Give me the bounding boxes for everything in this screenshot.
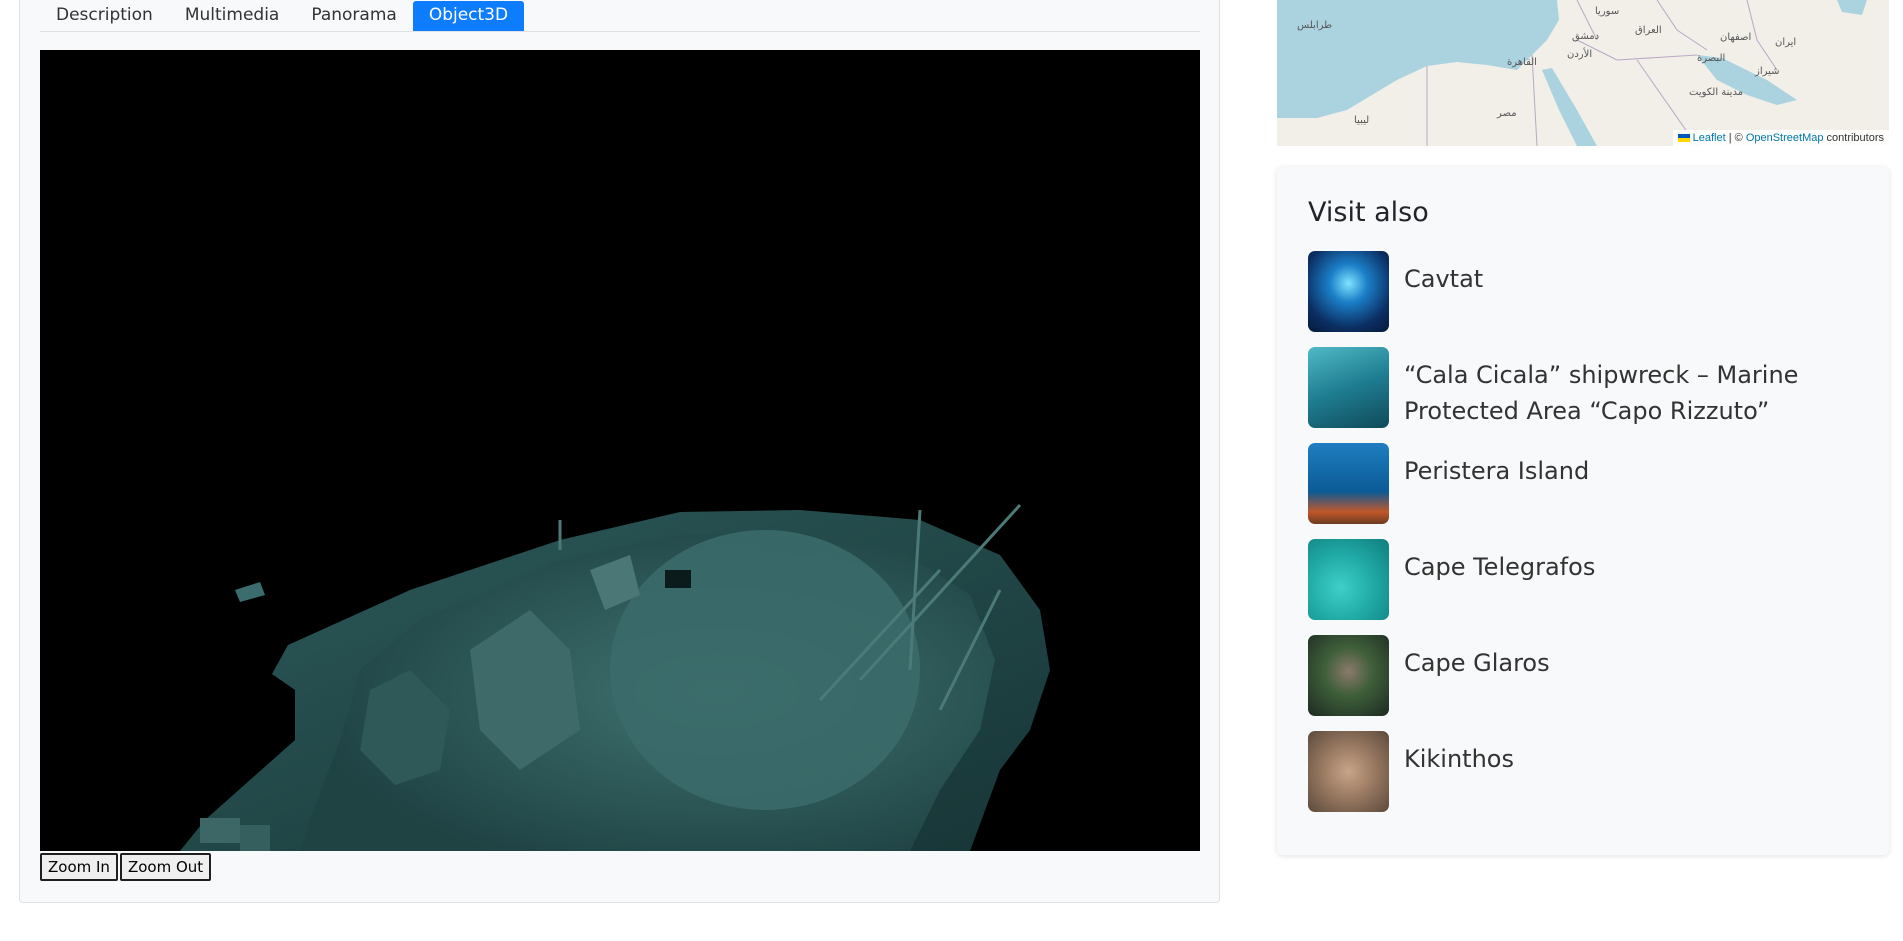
ukraine-flag-icon xyxy=(1677,134,1690,142)
zoom-controls: Zoom In Zoom Out xyxy=(40,853,212,881)
attribution-suffix: contributors xyxy=(1823,132,1884,144)
wreck-vent xyxy=(665,570,691,588)
peristera-thumbnail[interactable] xyxy=(1308,443,1389,524)
visit-item-kikinthos[interactable]: Kikinthos xyxy=(1308,731,1868,812)
attribution-separator: | © xyxy=(1725,132,1746,144)
map-label: دمشق xyxy=(1572,31,1600,42)
cala-cicala-thumbnail[interactable] xyxy=(1308,347,1389,428)
tab-description[interactable]: Description xyxy=(40,1,169,31)
visit-item-cala-cicala[interactable]: “Cala Cicala” shipwreck – Marine Protect… xyxy=(1308,347,1868,429)
visit-item-peristera[interactable]: Peristera Island xyxy=(1308,443,1868,524)
zoom-out-button[interactable]: Zoom Out xyxy=(119,853,212,881)
map-label: مصر xyxy=(1497,108,1517,119)
map-label: ایران xyxy=(1775,37,1797,48)
map-label: اصفهان xyxy=(1720,32,1752,43)
shipwreck-3d-model[interactable] xyxy=(40,50,1200,851)
visit-item-cavtat[interactable]: Cavtat xyxy=(1308,251,1868,332)
visit-item-cape-telegrafos[interactable]: Cape Telegrafos xyxy=(1308,539,1868,620)
wreck-hatch xyxy=(610,530,920,810)
wreck-fragment xyxy=(235,582,265,602)
tab-multimedia[interactable]: Multimedia xyxy=(169,1,296,31)
visit-also-card: Visit also Cavtat “Cala Cicala” shipwrec… xyxy=(1277,167,1889,855)
map-label: سوريا xyxy=(1595,6,1620,17)
kikinthos-thumbnail[interactable] xyxy=(1308,731,1389,812)
tab-panorama[interactable]: Panorama xyxy=(295,1,412,31)
location-map[interactable]: طرابلس دمشق سوريا العراق الأردن القاهرة … xyxy=(1277,0,1889,146)
leaflet-link[interactable]: Leaflet xyxy=(1693,132,1726,144)
tab-object3d[interactable]: Object3D xyxy=(412,1,525,31)
map-label: البصرة xyxy=(1697,53,1726,64)
visit-item-label[interactable]: “Cala Cicala” shipwreck – Marine Protect… xyxy=(1404,357,1864,429)
wreck-bollard xyxy=(240,825,270,851)
cavtat-thumbnail[interactable] xyxy=(1308,251,1389,332)
visit-also-title: Visit also xyxy=(1308,197,1429,228)
map-label: طرابلس xyxy=(1297,20,1333,31)
map-label: العراق xyxy=(1635,25,1662,36)
visit-item-label[interactable]: Cape Glaros xyxy=(1404,645,1864,681)
3d-model-viewer[interactable] xyxy=(40,50,1200,851)
map-label: مدينة الكويت xyxy=(1689,87,1744,98)
map-label: ليبيا xyxy=(1354,115,1370,126)
cape-telegrafos-thumbnail[interactable] xyxy=(1308,539,1389,620)
map-label: القاهرة xyxy=(1507,57,1537,68)
wreck-bollard xyxy=(200,818,240,843)
visit-item-label[interactable]: Peristera Island xyxy=(1404,453,1864,489)
zoom-in-button[interactable]: Zoom In xyxy=(40,853,118,881)
visit-item-label[interactable]: Cape Telegrafos xyxy=(1404,549,1864,585)
map-label: الأردن xyxy=(1567,49,1593,60)
visit-item-label[interactable]: Kikinthos xyxy=(1404,741,1864,777)
map-label: شيراز xyxy=(1755,66,1780,77)
openstreetmap-link[interactable]: OpenStreetMap xyxy=(1746,132,1824,144)
visit-item-label[interactable]: Cavtat xyxy=(1404,261,1864,297)
cape-glaros-thumbnail[interactable] xyxy=(1308,635,1389,716)
map-attribution: Leaflet | © OpenStreetMap contributors xyxy=(1672,130,1889,146)
visit-item-cape-glaros[interactable]: Cape Glaros xyxy=(1308,635,1868,716)
tab-bar: Description Multimedia Panorama Object3D xyxy=(40,1,1200,32)
object-detail-card: Description Multimedia Panorama Object3D xyxy=(19,0,1220,903)
